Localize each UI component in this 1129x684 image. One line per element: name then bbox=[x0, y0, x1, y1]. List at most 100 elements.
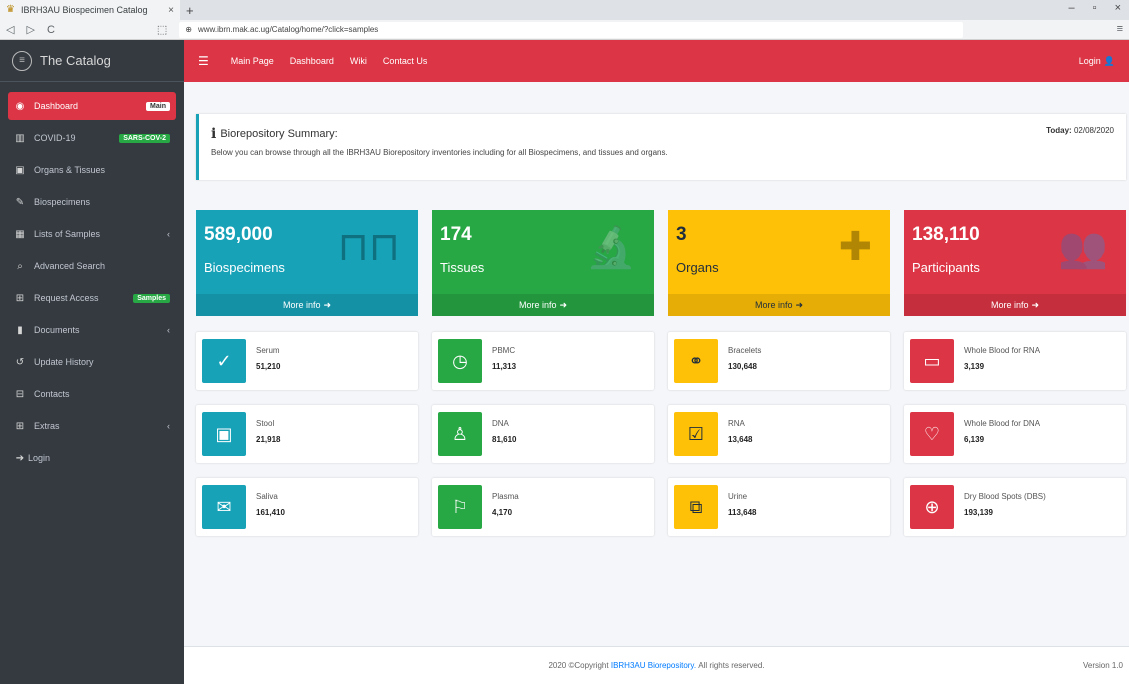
sidebar-item-request-access[interactable]: ⊞ Request Access Samples bbox=[8, 284, 176, 312]
small-box-number: 174 bbox=[440, 224, 472, 245]
sidebar-item-label: Biospecimens bbox=[34, 197, 91, 207]
brand-name: The Catalog bbox=[40, 53, 111, 68]
sidebar-item-covid19[interactable]: ▥ COVID-19 SARS-COV-2 bbox=[8, 124, 176, 152]
small-box-label: Tissues bbox=[440, 260, 485, 275]
sidebar-item-label: Request Access bbox=[34, 293, 99, 303]
reload-icon[interactable]: C bbox=[47, 24, 55, 36]
sidebar-item-login[interactable]: ➔ Login bbox=[8, 444, 176, 472]
info-box-rna[interactable]: ☑ RNA 13,648 bbox=[668, 405, 890, 463]
minimize-icon[interactable]: – bbox=[1069, 2, 1075, 14]
info-box-text: Dry Blood Spots (DBS) bbox=[964, 492, 1046, 501]
small-box-number: 3 bbox=[676, 224, 687, 245]
info-box-bracelets[interactable]: ⚭ Bracelets 130,648 bbox=[668, 332, 890, 390]
sidebar-item-extras[interactable]: ⊞ Extras ‹ bbox=[8, 412, 176, 440]
sidebar-item-lists-of-samples[interactable]: ▦ Lists of Samples ‹ bbox=[8, 220, 176, 248]
info-box-pbmc[interactable]: ◷ PBMC 11,313 bbox=[432, 332, 654, 390]
hamburger-menu-icon[interactable]: ☰ bbox=[198, 54, 209, 68]
window-close-icon[interactable]: × bbox=[1115, 2, 1121, 14]
forward-icon[interactable]: ▷ bbox=[26, 23, 34, 36]
copyright-text: 2020 ©Copyright bbox=[548, 661, 609, 670]
contacts-icon: ⊟ bbox=[15, 388, 25, 400]
sidebar-item-label: COVID-19 bbox=[34, 133, 76, 143]
more-info-link[interactable]: More info ➜ bbox=[904, 294, 1126, 316]
more-info-label: More info bbox=[754, 300, 793, 310]
browser-menu-icon[interactable]: ≡ bbox=[1117, 23, 1123, 35]
summary-description: Below you can browse through all the IBR… bbox=[211, 148, 668, 157]
sidebar-item-label: Documents bbox=[34, 325, 80, 335]
envelope-icon: ✉ bbox=[202, 485, 246, 529]
brand[interactable]: ≡ The Catalog bbox=[0, 40, 184, 82]
chevron-left-icon: ‹ bbox=[167, 229, 170, 239]
version-text: Version 1.0 bbox=[1082, 661, 1123, 670]
info-box-number: 113,648 bbox=[728, 508, 757, 517]
sidebar-item-documents[interactable]: ▮ Documents ‹ bbox=[8, 316, 176, 344]
briefcase-icon: ▣ bbox=[15, 164, 25, 176]
save-icon: ▣ bbox=[202, 412, 246, 456]
login-icon: ➔ bbox=[15, 452, 25, 464]
sidebar-item-label: Lists of Samples bbox=[34, 229, 101, 239]
folder-icon: ▭ bbox=[910, 339, 954, 383]
tab-close-icon[interactable]: × bbox=[168, 5, 174, 16]
info-box-whole-blood-dna[interactable]: ♡ Whole Blood for DNA 6,139 bbox=[904, 405, 1126, 463]
arrow-circle-right-icon: ➜ bbox=[795, 299, 804, 310]
login-link[interactable]: Login 👤 bbox=[1079, 56, 1115, 67]
sidebar-item-advanced-search[interactable]: ⌕ Advanced Search bbox=[8, 252, 176, 280]
handshake-icon: ⚭ bbox=[674, 339, 718, 383]
catalog-logo-icon: ≡ bbox=[12, 50, 32, 71]
small-box-participants: 138,110 Participants 👥 More info ➜ bbox=[904, 210, 1126, 316]
info-box-text: Plasma bbox=[492, 492, 519, 501]
back-icon[interactable]: ◁ bbox=[6, 23, 14, 36]
sidebar-item-biospecimens[interactable]: ✎ Biospecimens bbox=[8, 188, 176, 216]
medkit-icon: ✚ bbox=[838, 225, 872, 269]
top-navbar: ☰ Main Page Dashboard Wiki Contact Us Lo… bbox=[184, 40, 1129, 82]
maximize-icon[interactable]: ▫ bbox=[1093, 2, 1097, 14]
info-box-serum[interactable]: ✓ Serum 51,210 bbox=[196, 332, 418, 390]
sidebar-item-label: Organs & Tissues bbox=[34, 165, 106, 175]
nav-link-contact-us[interactable]: Contact Us bbox=[383, 56, 428, 66]
info-box-number: 81,610 bbox=[492, 435, 517, 444]
more-info-link[interactable]: More info ➜ bbox=[196, 294, 418, 316]
sidebar-item-dashboard[interactable]: ◉ Dashboard Main bbox=[8, 92, 176, 120]
rights-text: All rights reserved. bbox=[698, 661, 765, 670]
biorepository-link[interactable]: IBRH3AU Biorepository. bbox=[611, 661, 696, 670]
summary-heading: i Biorepository Summary: bbox=[211, 126, 1114, 142]
nav-link-dashboard[interactable]: Dashboard bbox=[290, 56, 334, 66]
search-icon: ⌕ bbox=[17, 260, 23, 272]
info-box-number: 193,139 bbox=[964, 508, 993, 517]
small-box-label: Participants bbox=[912, 260, 980, 275]
sars-cov-2-badge: SARS-COV-2 bbox=[119, 133, 170, 143]
browser-tab[interactable]: ♛ IBRH3AU Biospecimen Catalog × bbox=[0, 0, 180, 20]
user-icon: ♙ bbox=[438, 412, 482, 456]
info-box-stool[interactable]: ▣ Stool 21,918 bbox=[196, 405, 418, 463]
browser-tab-bar: ♛ IBRH3AU Biospecimen Catalog × + – ▫ × bbox=[0, 0, 1129, 20]
sidebar-item-contacts[interactable]: ⊟ Contacts bbox=[8, 380, 176, 408]
globe-icon: ⊕ bbox=[185, 25, 192, 34]
info-box-plasma[interactable]: ⚐ Plasma 4,170 bbox=[432, 478, 654, 536]
small-box-organs: 3 Organs ✚ More info ➜ bbox=[668, 210, 890, 316]
new-tab-button[interactable]: + bbox=[186, 3, 194, 18]
sidebar-item-update-history[interactable]: ↺ Update History bbox=[8, 348, 176, 376]
more-info-label: More info bbox=[282, 300, 321, 310]
extras-icon: ⊞ bbox=[15, 420, 25, 432]
info-box-whole-blood-rna[interactable]: ▭ Whole Blood for RNA 3,139 bbox=[904, 332, 1126, 390]
info-box-dbs[interactable]: ⊕ Dry Blood Spots (DBS) 193,139 bbox=[904, 478, 1126, 536]
info-box-number: 51,210 bbox=[256, 362, 281, 371]
nav-link-main-page[interactable]: Main Page bbox=[231, 56, 274, 66]
nav-link-wiki[interactable]: Wiki bbox=[350, 56, 367, 66]
sidebar-item-organs-tissues[interactable]: ▣ Organs & Tissues bbox=[8, 156, 176, 184]
flag-icon: ⚐ bbox=[438, 485, 482, 529]
users-icon: 👥 bbox=[1058, 226, 1108, 270]
info-box-saliva[interactable]: ✉ Saliva 161,410 bbox=[196, 478, 418, 536]
info-box-urine[interactable]: ⧉ Urine 113,648 bbox=[668, 478, 890, 536]
more-info-link[interactable]: More info ➜ bbox=[668, 294, 890, 316]
bookmark-icon[interactable]: ⬚ bbox=[157, 23, 167, 36]
info-box-text: Urine bbox=[728, 492, 748, 501]
url-field[interactable]: ⊕ www.ibrn.mak.ac.ug/Catalog/home/?click… bbox=[179, 21, 963, 38]
small-box-number: 589,000 bbox=[204, 224, 273, 245]
address-bar: ◁ ▷ C ⬚ ⊕ www.ibrn.mak.ac.ug/Catalog/hom… bbox=[0, 20, 1129, 40]
more-info-link[interactable]: More info ➜ bbox=[432, 294, 654, 316]
more-info-label: More info bbox=[518, 300, 557, 310]
heart-icon: ♡ bbox=[910, 412, 954, 456]
info-box-text: PBMC bbox=[492, 346, 516, 355]
info-box-dna[interactable]: ♙ DNA 81,610 bbox=[432, 405, 654, 463]
